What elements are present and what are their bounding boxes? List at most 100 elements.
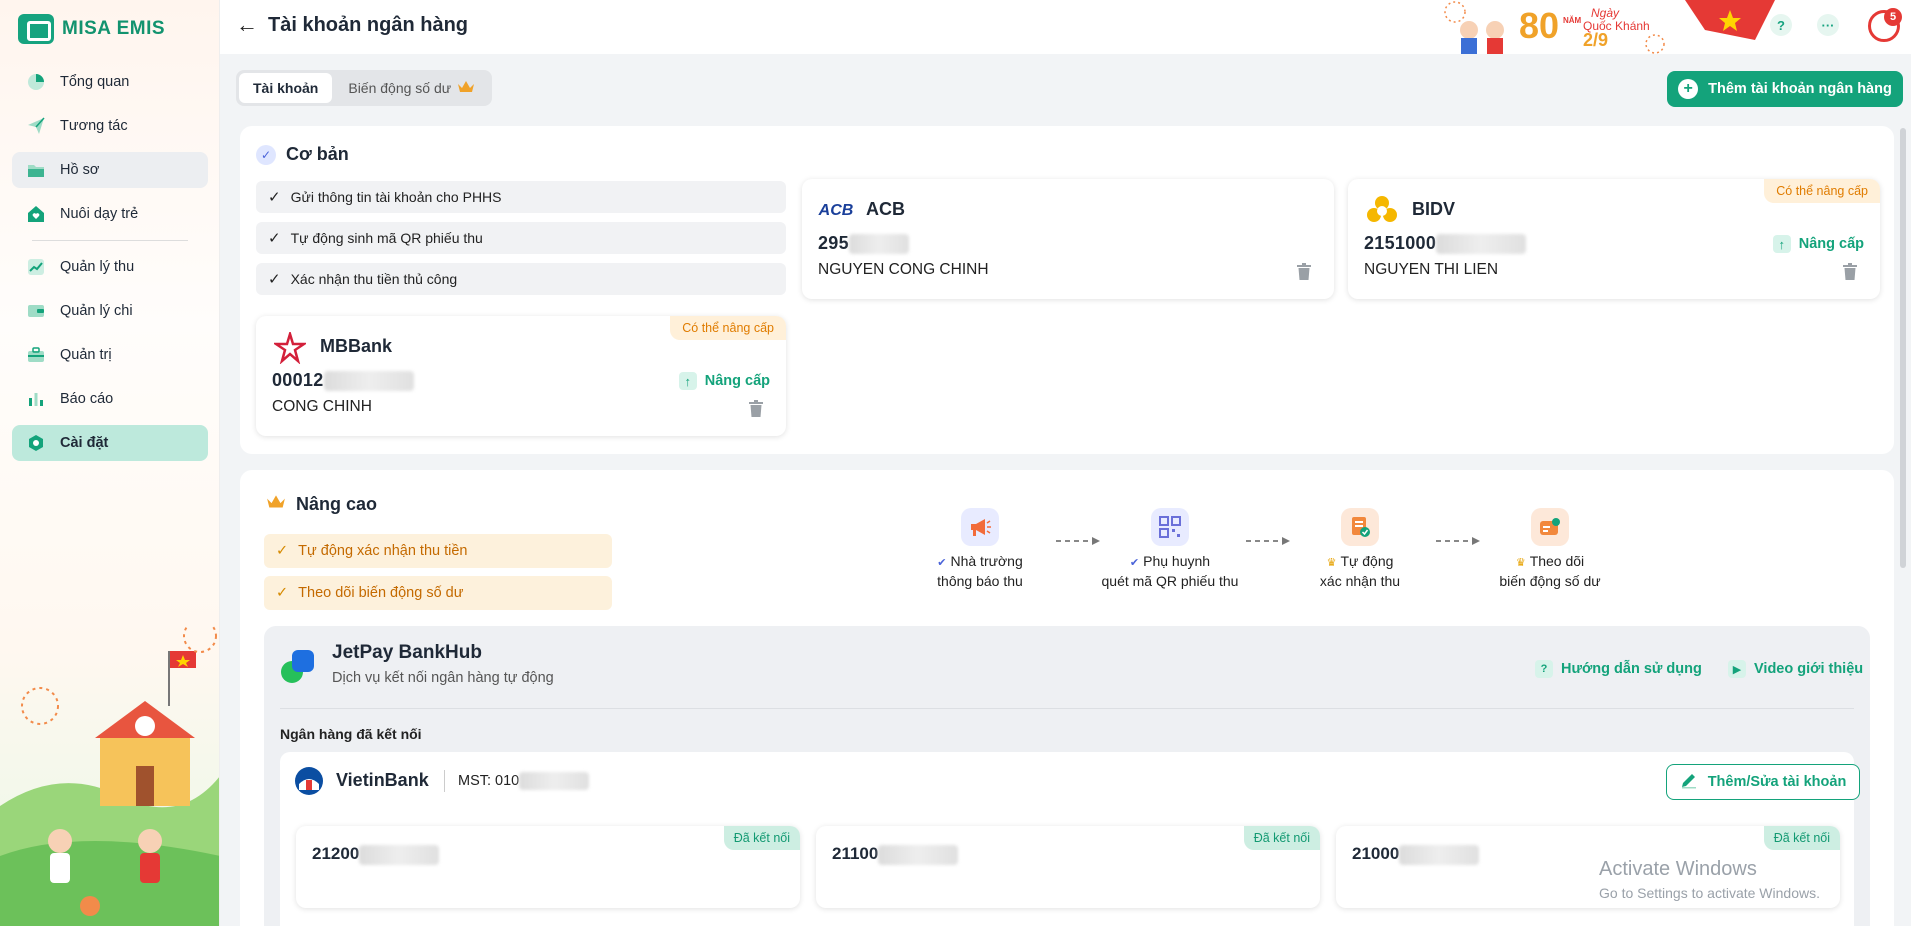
upgrade-label: Nâng cấp [1798, 236, 1864, 252]
checkmark-icon: ✓ [276, 543, 289, 559]
trash-icon[interactable] [1842, 263, 1858, 281]
add-edit-account-button[interactable]: Thêm/Sửa tài khoản [1666, 764, 1860, 800]
flow-step-notify: ✔ Nhà trường thông báo thu [900, 508, 1060, 590]
check-icon: ✔ [1129, 557, 1140, 569]
upgradable-ribbon: Có thể nâng cấp [1764, 179, 1880, 203]
feature-item: ✓ Tự động sinh mã QR phiếu thu [256, 222, 786, 254]
sidebar-item-tong-quan[interactable]: Tổng quan [12, 64, 208, 100]
flow-step-line1: ♛ Tự động [1326, 553, 1394, 569]
section-title-text: Nâng cao [296, 494, 378, 514]
flow-step-line1: ✔ Phụ huynh [1129, 553, 1211, 569]
account-holder: NGUYEN THI LIEN [1364, 261, 1499, 278]
connected-ribbon: Đã kết nối [1763, 826, 1840, 850]
back-arrow-icon[interactable]: ← [236, 12, 258, 38]
connected-account-card[interactable]: Đã kết nối 21100 [816, 826, 1320, 908]
upgrade-button[interactable]: ↑ Nâng cấp [1772, 235, 1864, 253]
account-number: 21100 [832, 844, 959, 865]
add-bank-account-label: Thêm tài khoản ngân hàng [1708, 81, 1892, 97]
feature-item: ✓ Gửi thông tin tài khoản cho PHHS [256, 181, 786, 213]
mbbank-logo-icon [272, 332, 308, 364]
sidebar-item-quan-ly-thu[interactable]: Quản lý thu [12, 249, 208, 285]
crown-icon [457, 80, 475, 97]
advanced-feature-item: ✓ Theo dõi biến động số dư [264, 576, 612, 610]
checkmark-icon: ✓ [276, 585, 289, 601]
pencil-icon [1680, 771, 1698, 793]
banner-line1: Ngày [1591, 6, 1620, 20]
paper-plane-icon [26, 116, 46, 136]
app-logo[interactable]: MISA EMIS [18, 14, 165, 44]
wallet-icon [26, 301, 46, 321]
jetpay-subtitle: Dịch vụ kết nối ngân hàng tự động [332, 670, 554, 686]
feature-label: Tự động sinh mã QR phiếu thu [290, 230, 483, 246]
arrow-up-icon: ↑ [1772, 235, 1791, 253]
banner-number: 80 [1519, 5, 1560, 46]
sidebar-item-label: Tương tác [60, 118, 128, 134]
sidebar-item-label: Cài đặt [60, 435, 109, 451]
bar-chart-icon [26, 389, 46, 409]
sidebar-item-nuoi-day-tre[interactable]: Nuôi dạy trẻ [12, 196, 208, 232]
briefcase-icon [26, 345, 46, 365]
watermark-line2: Go to Settings to activate Windows. [1599, 885, 1820, 901]
sidebar-nav: Tổng quan Tương tác Hồ sơ Nuôi dạy trẻ Q… [12, 64, 208, 469]
bank-name: VietinBank [336, 770, 429, 790]
advanced-section-title: Nâng cao [266, 494, 377, 515]
tab-label: Tài khoản [253, 80, 319, 96]
flow-step-line1: ♛ Theo dõi [1515, 553, 1585, 569]
sidebar-item-label: Quản trị [60, 347, 112, 363]
upgrade-button[interactable]: ↑ Nâng cấp [678, 372, 770, 390]
sidebar-item-quan-tri[interactable]: Quản trị [12, 337, 208, 373]
tab-label: Biến động số dư [348, 80, 452, 96]
intro-video-link[interactable]: ▶ Video giới thiệu [1728, 660, 1863, 678]
card-bell-icon [1531, 508, 1569, 546]
user-guide-label: Hướng dẫn sử dụng [1561, 661, 1702, 677]
tax-code: MST: 010 [458, 772, 590, 790]
flow-step-line2: biến động số dư [1499, 573, 1601, 589]
bank-card-bidv[interactable]: BIDV Có thể nâng cấp 2151000 ↑ Nâng cấp N… [1348, 179, 1880, 299]
vertical-scrollbar[interactable] [1900, 128, 1906, 568]
sidebar-item-tuong-tac[interactable]: Tương tác [12, 108, 208, 144]
flow-step-line1: ✔ Nhà trường [937, 553, 1023, 569]
flow-step-auto-confirm: ♛ Tự động xác nhận thu [1280, 508, 1440, 590]
connected-account-card[interactable]: Đã kết nối 21200 [296, 826, 800, 908]
sidebar-item-quan-ly-chi[interactable]: Quản lý chi [12, 293, 208, 329]
logo-text: MISA EMIS [62, 18, 166, 39]
user-guide-link[interactable]: ? Hướng dẫn sử dụng [1535, 660, 1702, 678]
section-title-text: Cơ bản [286, 144, 349, 164]
help-button[interactable]: ? [1770, 14, 1792, 36]
bank-card-acb[interactable]: ACB ACB 295 NGUYEN CONG CHINH [802, 179, 1334, 299]
connected-banks-label: Ngân hàng đã kết nối [280, 726, 422, 742]
arrow-up-icon: ↑ [678, 372, 697, 390]
crown-icon: ♛ [1515, 557, 1526, 569]
trash-icon[interactable] [1296, 263, 1312, 281]
basic-section: ✓ Cơ bản ✓ Gửi thông tin tài khoản cho PH… [240, 126, 1894, 454]
bank-card-mbbank[interactable]: MBBank Có thể nâng cấp 00012 ↑ Nâng cấp C… [256, 316, 786, 436]
tab-tai-khoan[interactable]: Tài khoản [239, 73, 333, 103]
checkmark-icon: ✓ [268, 189, 281, 206]
plus-icon: + [1678, 79, 1699, 99]
bank-name: ACB [866, 199, 905, 219]
notification-badge: 5 [1884, 8, 1902, 26]
receipt-check-icon [1341, 508, 1379, 546]
tab-bar: Tài khoản Biến động số dư [236, 70, 493, 106]
sidebar-item-ho-so[interactable]: Hồ sơ [12, 152, 208, 188]
account-number: 21200 [312, 844, 440, 865]
more-button[interactable]: ··· [1817, 14, 1839, 36]
feature-label: Gửi thông tin tài khoản cho PHHS [290, 189, 502, 205]
feature-label: Theo dõi biến động số dư [298, 585, 464, 601]
tab-bien-dong-so-du[interactable]: Biến động số dư [334, 73, 489, 103]
account-number: 21000 [1352, 844, 1480, 865]
sidebar-item-cai-dat[interactable]: Cài đặt [12, 425, 208, 461]
watermark-line1: Activate Windows [1599, 858, 1757, 880]
sidebar: MISA EMIS Tổng quan Tương tác Hồ sơ Nuôi… [0, 0, 220, 926]
upgrade-label: Nâng cấp [704, 373, 770, 389]
flow-step-line2: xác nhận thu [1319, 573, 1401, 589]
logo-icon [18, 14, 54, 44]
sidebar-item-label: Tổng quan [60, 74, 130, 90]
account-holder: NGUYEN CONG CHINH [818, 261, 989, 278]
trash-icon[interactable] [748, 400, 764, 418]
feature-item: ✓ Xác nhận thu tiền thủ công [256, 263, 786, 295]
account-number: 2151000 [1364, 233, 1527, 255]
add-bank-account-button[interactable]: + Thêm tài khoản ngân hàng [1667, 71, 1903, 107]
account-number: 295 [818, 233, 909, 255]
sidebar-item-bao-cao[interactable]: Báo cáo [12, 381, 208, 417]
